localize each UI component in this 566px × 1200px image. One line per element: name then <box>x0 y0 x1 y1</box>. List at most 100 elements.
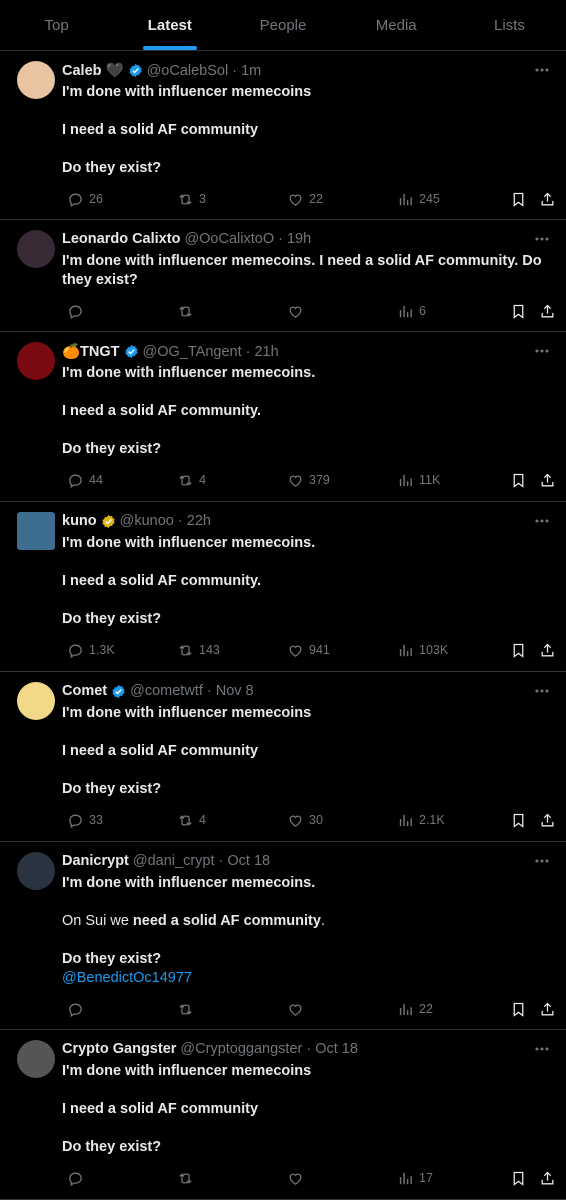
author-handle[interactable]: @oCalebSol · 1m <box>147 63 262 79</box>
tab-people[interactable]: People <box>226 0 339 50</box>
tweet-text: I'm done with influencer memecoins. I ne… <box>62 252 542 290</box>
views-button[interactable]: 103K <box>392 640 448 660</box>
reply-button[interactable] <box>62 999 89 1019</box>
reply-button[interactable] <box>62 301 89 321</box>
repost-icon <box>177 812 194 829</box>
avatar[interactable] <box>17 852 55 890</box>
repost-button[interactable] <box>172 301 199 321</box>
author-handle[interactable]: @Cryptoggangster · Oct 18 <box>180 1041 358 1057</box>
bookmark-button[interactable] <box>505 640 527 660</box>
more-icon[interactable] <box>534 513 550 523</box>
more-icon[interactable] <box>534 853 550 863</box>
repost-button[interactable]: 143 <box>172 640 220 660</box>
share-button[interactable] <box>534 1168 556 1188</box>
tweet[interactable]: 🍊TNGT @OG_TAngent · 21h I'm done with infl… <box>0 332 566 502</box>
tweet-text-line <box>62 591 542 610</box>
tab-label: Media <box>375 16 417 34</box>
bookmark-button[interactable] <box>505 301 527 321</box>
tweet[interactable]: kuno @kunoo · 22h I'm done with influencer… <box>0 502 566 672</box>
tweet-text-line: I'm done with influencer memecoins <box>62 84 312 100</box>
author-name[interactable]: 🍊TNGT <box>62 343 120 360</box>
tweet[interactable]: Caleb 🖤 @oCalebSol · 1m I'm done with infl… <box>0 51 566 220</box>
share-button[interactable] <box>534 999 556 1019</box>
tab-top[interactable]: Top <box>0 0 113 50</box>
share-button[interactable] <box>534 189 556 209</box>
reply-button[interactable]: 1.3K <box>62 640 115 660</box>
tweet-text-line: I'm done with influencer memecoins. <box>62 365 316 381</box>
author-name[interactable]: Caleb 🖤 <box>62 62 124 79</box>
tweet-header: Crypto Gangster @Cryptoggangster · Oct 18 <box>62 1041 358 1057</box>
tweet-header: kuno @kunoo · 22h <box>62 513 211 529</box>
avatar[interactable] <box>17 682 55 720</box>
views-button[interactable]: 245 <box>392 189 440 209</box>
avatar[interactable] <box>17 512 55 550</box>
repost-button[interactable] <box>172 1168 199 1188</box>
reply-button[interactable]: 26 <box>62 189 103 209</box>
avatar[interactable] <box>17 230 55 268</box>
tweet[interactable]: Crypto Gangster @Cryptoggangster · Oct 18… <box>0 1030 566 1200</box>
author-name[interactable]: kuno <box>62 513 97 529</box>
reply-button[interactable]: 33 <box>62 810 103 830</box>
like-button[interactable] <box>282 999 309 1019</box>
more-icon[interactable] <box>534 62 550 72</box>
more-icon[interactable] <box>534 1041 550 1051</box>
repost-button[interactable] <box>172 999 199 1019</box>
bookmark-button[interactable] <box>505 1168 527 1188</box>
bookmark-button[interactable] <box>505 810 527 830</box>
share-button[interactable] <box>534 301 556 321</box>
like-button[interactable]: 379 <box>282 470 330 490</box>
bookmark-button[interactable] <box>505 999 527 1019</box>
avatar[interactable] <box>17 1040 55 1078</box>
tweet[interactable]: Danicrypt @dani_crypt · Oct 18 I'm done wi… <box>0 842 566 1030</box>
repost-button[interactable]: 4 <box>172 810 206 830</box>
share-button[interactable] <box>534 640 556 660</box>
bookmark-icon <box>510 642 527 659</box>
views-button[interactable]: 22 <box>392 999 433 1019</box>
views-button[interactable]: 17 <box>392 1168 433 1188</box>
repost-button[interactable]: 3 <box>172 189 206 209</box>
like-button[interactable]: 30 <box>282 810 323 830</box>
reply-button[interactable] <box>62 1168 89 1188</box>
views-icon <box>397 812 414 829</box>
avatar[interactable] <box>17 61 55 99</box>
repost-icon <box>177 1001 194 1018</box>
more-icon[interactable] <box>534 231 550 241</box>
author-name[interactable]: Leonardo Calixto <box>62 231 180 247</box>
tweet-text-line: Do they exist? <box>62 160 162 176</box>
like-button[interactable]: 22 <box>282 189 323 209</box>
share-button[interactable] <box>534 470 556 490</box>
author-name[interactable]: Crypto Gangster <box>62 1041 176 1057</box>
like-button[interactable] <box>282 1168 309 1188</box>
like-button[interactable] <box>282 301 309 321</box>
bookmark-button[interactable] <box>505 470 527 490</box>
more-icon[interactable] <box>534 343 550 353</box>
author-name[interactable]: Comet <box>62 683 107 699</box>
views-button[interactable]: 2.1K <box>392 810 445 830</box>
tab-latest[interactable]: Latest <box>113 0 226 50</box>
like-button[interactable]: 941 <box>282 640 330 660</box>
reply-button[interactable]: 44 <box>62 470 103 490</box>
tab-media[interactable]: Media <box>340 0 453 50</box>
author-handle[interactable]: @OG_TAngent · 21h <box>143 344 279 360</box>
author-handle[interactable]: @dani_crypt · Oct 18 <box>133 853 270 869</box>
author-handle[interactable]: @cometwtf · Nov 8 <box>130 683 254 699</box>
mention-link[interactable]: @BenedictOc14977 <box>62 969 542 988</box>
more-icon[interactable] <box>534 683 550 693</box>
repost-button[interactable]: 4 <box>172 470 206 490</box>
avatar[interactable] <box>17 342 55 380</box>
views-button[interactable]: 6 <box>392 301 426 321</box>
author-handle[interactable]: @OoCalixtoO · 19h <box>184 231 311 247</box>
heart-icon <box>287 1001 304 1018</box>
bookmark-button[interactable] <box>505 189 527 209</box>
share-button[interactable] <box>534 810 556 830</box>
tab-lists[interactable]: Lists <box>453 0 566 50</box>
author-name[interactable]: Danicrypt <box>62 853 129 869</box>
author-handle[interactable]: @kunoo · 22h <box>120 513 211 529</box>
heart-icon <box>287 642 304 659</box>
tweet[interactable]: Leonardo Calixto @OoCalixtoO · 19h I'm don… <box>0 220 566 332</box>
views-button[interactable]: 11K <box>392 470 440 490</box>
tweet-actions: 22 <box>62 999 554 1019</box>
tweet[interactable]: Comet @cometwtf · Nov 8 I'm done with infl… <box>0 672 566 842</box>
views-count: 11K <box>419 473 441 487</box>
tweet-text-line <box>62 723 542 742</box>
